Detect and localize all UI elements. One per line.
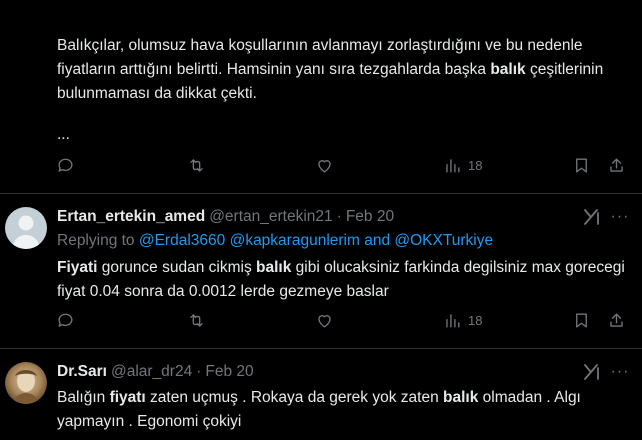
user-handle[interactable]: @ertan_ertekin21	[209, 208, 332, 226]
user-name[interactable]: Dr.Sarı	[57, 363, 107, 381]
highlight-word: Fiyati	[57, 259, 98, 276]
views-button[interactable]: 18	[443, 156, 482, 175]
more-icon: ···	[610, 208, 630, 225]
bookmark-button[interactable]	[572, 156, 591, 175]
tweet1-cut-text: haber	[57, 0, 97, 4]
divider	[0, 193, 642, 194]
like-icon	[318, 160, 331, 173]
views-button[interactable]: 18	[443, 311, 482, 330]
tweet3-header: Dr.Sarı @alar_dr24 · Feb 20	[57, 361, 630, 383]
share-icon	[610, 313, 623, 327]
share-button[interactable]	[607, 311, 626, 330]
mention-link[interactable]: @Erdal3660	[139, 232, 225, 249]
replying-to: Replying to @Erdal3660 @kapkaragunlerim …	[57, 232, 494, 249]
reply-button[interactable]	[56, 156, 75, 175]
retweet-icon	[190, 159, 203, 172]
tweet1-text: Balıkçılar, olumsuz hava koşullarının av…	[57, 37, 604, 102]
tweet2-header: Ertan_ertekin_amed @ertan_ertekin21 · Fe…	[57, 206, 630, 228]
post-date[interactable]: Feb 20	[346, 208, 394, 226]
highlight-word: balık	[443, 389, 479, 406]
separator-dot: ·	[336, 208, 342, 225]
views-count: 18	[468, 158, 483, 173]
avatar[interactable]	[5, 362, 47, 404]
reply-icon	[58, 313, 73, 327]
share-icon	[610, 158, 623, 172]
views-icon	[446, 314, 460, 328]
more-button[interactable]: ···	[610, 207, 630, 227]
bookmark-icon	[576, 158, 587, 173]
reply-button[interactable]	[56, 311, 75, 330]
views-count: 18	[468, 313, 483, 328]
post-date[interactable]: Feb 20	[205, 363, 253, 381]
default-avatar-icon	[5, 207, 47, 249]
tweet1-ellipsis: ...	[57, 126, 70, 143]
views-icon	[446, 159, 460, 173]
like-button[interactable]	[315, 311, 334, 330]
retweet-icon	[190, 314, 203, 327]
retweet-button[interactable]	[187, 156, 206, 175]
reply-icon	[58, 158, 73, 172]
more-icon: ···	[610, 363, 630, 380]
highlight-word: fiyatı	[109, 389, 146, 406]
bookmark-icon	[576, 313, 587, 328]
bookmark-button[interactable]	[572, 311, 591, 330]
tweet3-text: Balığın fiyatı zaten uçmuş . Rokaya da g…	[57, 389, 581, 430]
like-icon	[318, 315, 331, 328]
grok-button[interactable]	[582, 362, 602, 382]
user-avatar-image	[5, 362, 47, 404]
divider	[0, 348, 642, 349]
grok-icon	[584, 209, 599, 225]
retweet-button[interactable]	[187, 311, 206, 330]
grok-icon	[584, 364, 599, 380]
tweet2-actions: 18	[50, 311, 630, 341]
highlight-word: balık	[490, 61, 526, 78]
more-button[interactable]: ···	[610, 362, 630, 382]
share-button[interactable]	[607, 156, 626, 175]
tweet1-actions: 18	[50, 156, 630, 186]
mention-others-link[interactable]: @kapkaragunlerim and @OKXTurkiye	[230, 232, 494, 249]
user-name[interactable]: Ertan_ertekin_amed	[57, 208, 205, 226]
like-button[interactable]	[315, 156, 334, 175]
separator-dot: ·	[196, 363, 202, 380]
avatar[interactable]	[5, 207, 47, 249]
grok-button[interactable]	[582, 207, 602, 227]
highlight-word: balık	[256, 259, 292, 276]
user-handle[interactable]: @alar_dr24	[111, 363, 192, 381]
tweet2-text: Fiyati gorunce sudan cikmiş balık gibi o…	[57, 259, 625, 300]
